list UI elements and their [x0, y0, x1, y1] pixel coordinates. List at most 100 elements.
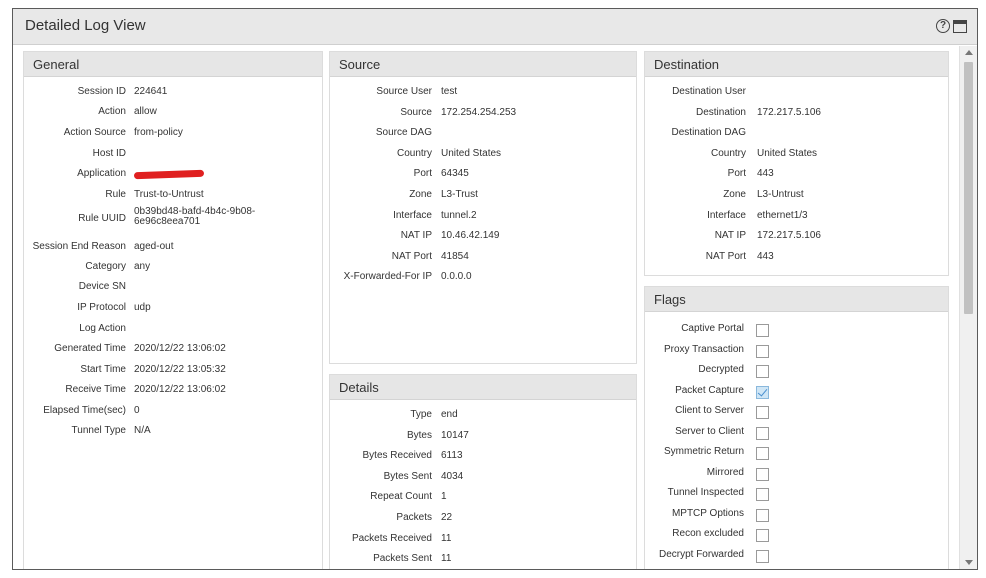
destination-field-row: Port 443 [645, 168, 948, 188]
details-field-value: 1 [441, 491, 447, 503]
general-field-label: Host ID [92, 148, 126, 159]
source-field-value: United States [441, 147, 502, 159]
details-field-row: Bytes Received 6113 [330, 450, 636, 470]
source-field-row: Port 64345 [330, 168, 636, 188]
flag-label: MPTCP Options [671, 507, 744, 519]
general-field-label: Tunnel Type [71, 425, 126, 436]
general-field-row: Tunnel Type N/A [24, 425, 322, 445]
details-field-value: 10147 [441, 429, 469, 441]
flags-panel-header: Flags [645, 287, 948, 312]
destination-field-label: Destination [695, 106, 746, 118]
details-field-label: Type [410, 409, 432, 420]
source-field-value: tunnel.2 [441, 209, 477, 221]
details-field-row: Packets Sent 11 [330, 553, 636, 569]
general-field-value: from-policy [134, 127, 183, 138]
destination-field-row: Destination User [645, 86, 948, 106]
flag-checkbox[interactable] [756, 549, 769, 563]
destination-field-label: Zone [723, 189, 746, 200]
source-field-value: 172.254.254.253 [441, 106, 517, 118]
details-panel-header: Details [330, 375, 636, 400]
source-field-label: NAT IP [400, 230, 432, 242]
general-field-row: Elapsed Time(sec) 0 [24, 405, 322, 425]
general-field-value: aged-out [134, 241, 174, 252]
scroll-thumb[interactable] [964, 62, 973, 314]
flag-checkbox[interactable] [756, 529, 769, 542]
flag-row: Symmetric Return [645, 446, 948, 466]
general-field-row: Rule UUID 0b39bd48-bafd-4b4c-9b08- 6e96c8e… [24, 206, 322, 229]
flag-checkbox[interactable] [756, 365, 769, 378]
details-field-value: 6113 [441, 450, 463, 462]
scroll-up-arrow-icon[interactable] [965, 50, 973, 55]
flag-row: Mirrored [645, 467, 948, 487]
flag-checkbox[interactable] [756, 508, 769, 522]
flag-row: Client to Server [645, 405, 948, 425]
source-field-row: Source User test [330, 86, 636, 106]
destination-field-label: Destination User [672, 86, 746, 97]
destination-field-value: 172.217.5.106 [757, 106, 821, 118]
general-field-row: Generated Time 2020/12/22 13:06:02 [24, 343, 322, 363]
source-field-value: 0.0.0.0 [441, 271, 472, 283]
flag-label: Recon excluded [672, 528, 744, 539]
destination-field-label: Port [727, 168, 746, 180]
details-field-label: Packets Received [351, 532, 432, 544]
general-field-value: 2020/12/22 13:05:32 [134, 364, 226, 375]
flag-checkbox[interactable] [756, 488, 769, 501]
details-field-row: Bytes Sent 4034 [330, 471, 636, 491]
source-field-value: test [441, 86, 458, 97]
source-field-value: 64345 [441, 168, 469, 180]
help-icon[interactable]: ? [936, 19, 950, 33]
general-field-label: Start Time [80, 364, 126, 375]
destination-field-value: 443 [757, 168, 774, 180]
flag-row: Decrypted [645, 364, 948, 384]
flag-label: Captive Portal [681, 323, 744, 334]
details-field-value: 11 [441, 532, 452, 544]
destination-field-label: Country [710, 147, 746, 159]
destination-field-row: Destination 172.217.5.106 [645, 107, 948, 127]
destination-field-value: L3-Untrust [757, 189, 804, 200]
flag-checkbox[interactable] [756, 344, 769, 358]
source-field-row: Interface tunnel.2 [330, 210, 636, 230]
flag-checkbox[interactable] [756, 324, 769, 337]
maximize-icon[interactable] [953, 20, 967, 33]
details-field-row: Type end [330, 409, 636, 429]
details-field-value: end [441, 409, 458, 420]
flag-checkbox[interactable] [756, 426, 769, 440]
flag-row: Decrypt Forwarded [645, 549, 948, 569]
destination-field-label: Destination DAG [671, 127, 746, 139]
details-field-label: Bytes Received [362, 450, 432, 462]
general-field-row: Log Action [24, 323, 322, 343]
details-panel: Details Type end Bytes 10147 Bytes Received 6… [329, 374, 637, 569]
flag-row: Captive Portal [645, 323, 948, 343]
details-field-row: Packets Received 11 [330, 533, 636, 553]
source-field-value: 41854 [441, 250, 469, 262]
flag-label: Server to Client [675, 425, 744, 437]
vertical-scrollbar[interactable] [959, 46, 977, 569]
destination-field-row: Interface ethernet1/3 [645, 210, 948, 230]
general-field-value: 2020/12/22 13:06:02 [134, 384, 226, 395]
source-field-label: Interface [393, 209, 432, 221]
general-field-label: Receive Time [65, 384, 126, 395]
general-field-label: Application [77, 168, 126, 179]
general-panel-header: General [24, 52, 322, 77]
source-field-row: Source DAG [330, 127, 636, 147]
general-field-row: Action Source from-policy [24, 127, 322, 147]
flag-label: Tunnel Inspected [667, 487, 744, 498]
scroll-down-arrow-icon[interactable] [965, 560, 973, 565]
destination-field-label: Interface [707, 209, 746, 221]
general-field-label: Action Source [63, 127, 126, 138]
details-field-label: Bytes Sent [383, 470, 432, 482]
source-field-label: Source [400, 106, 432, 118]
general-panel: General Session ID 224641 Action allow Actio… [23, 51, 323, 569]
flag-checkbox[interactable] [756, 467, 769, 481]
flag-checkbox[interactable] [756, 406, 769, 419]
source-field-value: 10.46.42.149 [441, 230, 500, 242]
general-field-value: 224641 [134, 86, 168, 97]
flag-label: Client to Server [675, 405, 744, 416]
flag-checkbox[interactable] [756, 447, 769, 460]
general-field-value-continued: 6e96c8eea701 [134, 216, 201, 227]
destination-field-label: NAT Port [705, 250, 746, 262]
flag-checkbox[interactable] [756, 385, 769, 399]
source-panel-header: Source [330, 52, 636, 77]
destination-field-value: 172.217.5.106 [757, 230, 821, 242]
details-field-label: Repeat Count [370, 491, 432, 503]
